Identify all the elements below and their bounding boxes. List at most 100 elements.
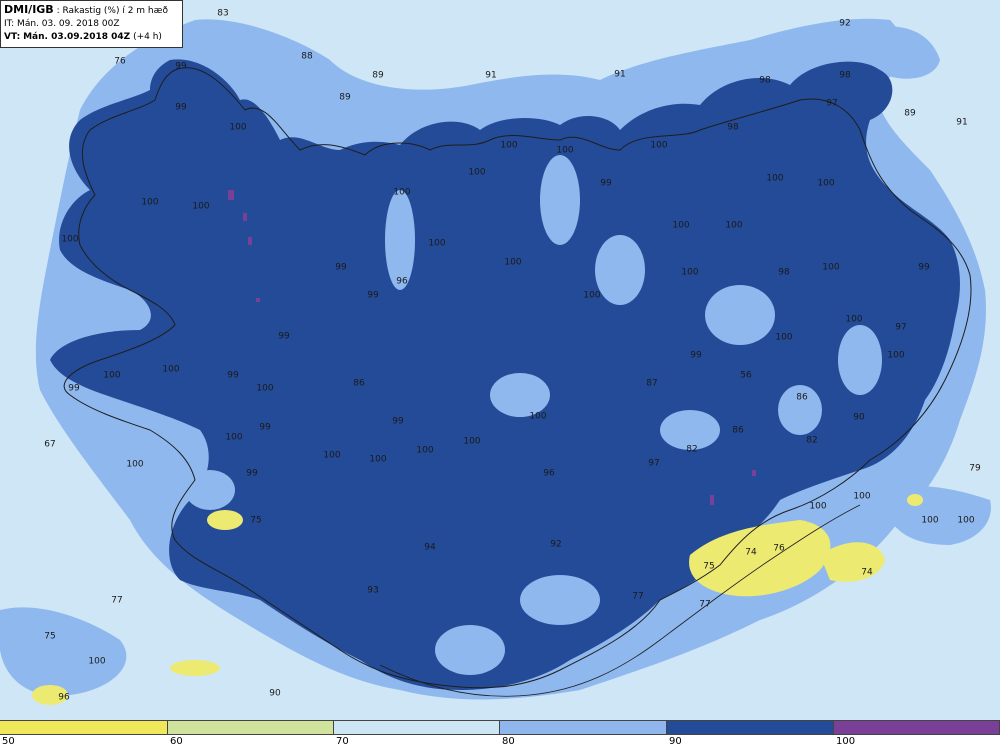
humidity-value-label: 100 [672,221,689,231]
humidity-value-label: 82 [686,445,697,455]
valid-time: Mán. 03.09.2018 04Z [23,32,131,42]
humidity-value-label: 100 [88,657,105,667]
humidity-value-label: 75 [250,516,261,526]
humidity-value-label: 98 [727,123,739,133]
color-legend: 50 60 70 80 90 100 [0,720,1000,750]
humidity-value-label: 100 [323,451,340,461]
humidity-value-label: 100 [583,291,600,301]
title-box: DMI/IGB : Rakastig (%) í 2 m hæð IT: Mán… [0,0,183,48]
humidity-value-label: 100 [725,221,742,231]
humidity-value-label: 74 [745,548,757,558]
humidity-value-label: 75 [703,562,714,572]
parameter-name: : Rakastig (%) í 2 m hæð [56,6,168,16]
humidity-value-label: 99 [175,62,187,72]
humidity-value-label: 100 [225,433,242,443]
humidity-value-label: 97 [648,459,659,469]
humidity-value-label: 99 [68,384,80,394]
humidity-value-label: 83 [217,9,228,19]
humidity-value-label: 100 [681,268,698,278]
humidity-value-label: 89 [904,109,916,119]
humidity-value-label: 99 [690,351,702,361]
humidity-value-label: 100 [468,168,485,178]
humidity-value-label: 90 [269,689,281,699]
product-name: DMI/IGB [4,3,54,16]
humidity-value-label: 77 [699,600,710,610]
legend-tick-label: 80 [502,736,515,747]
humidity-value-label: 100 [822,263,839,273]
humidity-value-label: 89 [339,93,351,103]
humidity-value-label: 100 [853,492,870,502]
legend-swatch [0,721,168,734]
humidity-value-label: 100 [369,455,386,465]
humidity-value-label: 92 [839,19,850,29]
legend-swatch [334,721,500,734]
humidity-value-label: 77 [111,596,122,606]
valid-prefix: VT: [4,32,21,42]
humidity-value-label: 56 [740,371,752,381]
legend-bar [0,720,1000,735]
humidity-value-label: 100 [416,446,433,456]
humidity-value-label: 99 [175,103,187,113]
humidity-value-label: 91 [614,70,625,80]
humidity-value-label: 86 [353,379,365,389]
humidity-value-label: 100 [504,258,521,268]
humidity-value-label: 93 [367,586,378,596]
humidity-value-label: 74 [861,568,873,578]
lead-time: (+4 h) [133,32,162,42]
humidity-value-label: 100 [957,516,974,526]
humidity-value-label: 99 [246,469,258,479]
humidity-value-label: 100 [192,202,209,212]
humidity-value-label: 99 [918,263,930,273]
humidity-value-label: 100 [766,174,783,184]
legend-tick-label: 50 [2,736,15,747]
humidity-value-label: 75 [44,632,55,642]
humidity-value-label: 100 [817,179,834,189]
humidity-value-label: 89 [372,71,384,81]
humidity-value-label: 100 [921,516,938,526]
legend-tick-label: 70 [336,736,349,747]
humidity-value-label: 99 [392,417,404,427]
humidity-value-label: 67 [44,440,55,450]
humidity-value-label: 90 [853,413,865,423]
humidity-value-label: 100 [61,235,78,245]
humidity-value-label: 76 [773,544,785,554]
legend-tick-label: 100 [836,736,856,747]
humidity-value-label: 94 [424,543,436,553]
legend-tick-label: 60 [170,736,183,747]
humidity-value-label: 100 [141,198,158,208]
humidity-value-label: 98 [778,268,790,278]
humidity-value-label: 99 [600,179,612,189]
humidity-value-label: 99 [335,263,347,273]
humidity-value-label: 99 [227,371,239,381]
humidity-value-label: 100 [650,141,667,151]
legend-swatch [667,721,834,734]
humidity-value-label: 100 [463,437,480,447]
humidity-value-label: 76 [114,57,126,67]
humidity-value-label: 100 [162,365,179,375]
humidity-value-label: 100 [256,384,273,394]
humidity-value-label: 98 [839,71,851,81]
humidity-value-label: 91 [956,118,967,128]
humidity-value-label: 77 [632,592,643,602]
humidity-value-label: 100 [103,371,120,381]
humidity-value-label: 100 [229,123,246,133]
humidity-value-label: 92 [550,540,561,550]
humidity-value-label: 100 [529,412,546,422]
humidity-value-label: 100 [500,141,517,151]
humidity-value-label: 86 [796,393,808,403]
humidity-value-label: 99 [278,332,290,342]
humidity-value-label: 100 [126,460,143,470]
humidity-value-label: 96 [58,693,70,703]
humidity-value-label: 100 [556,146,573,156]
humidity-value-label: 100 [428,239,445,249]
humidity-value-label: 100 [809,502,826,512]
humidity-value-label: 99 [259,423,271,433]
humidity-value-label: 88 [301,52,313,62]
humidity-value-label: 97 [895,323,906,333]
humidity-value-label: 98 [759,76,771,86]
legend-swatch [500,721,667,734]
map-canvas: 83 88 89 89 76 99 99 100 91 91 92 98 98 97 89 91 98 100 10… [0,0,1000,720]
humidity-value-label: 82 [806,436,817,446]
init-time: IT: Mán. 03. 09. 2018 00Z [4,19,120,29]
humidity-value-label: 86 [732,426,744,436]
